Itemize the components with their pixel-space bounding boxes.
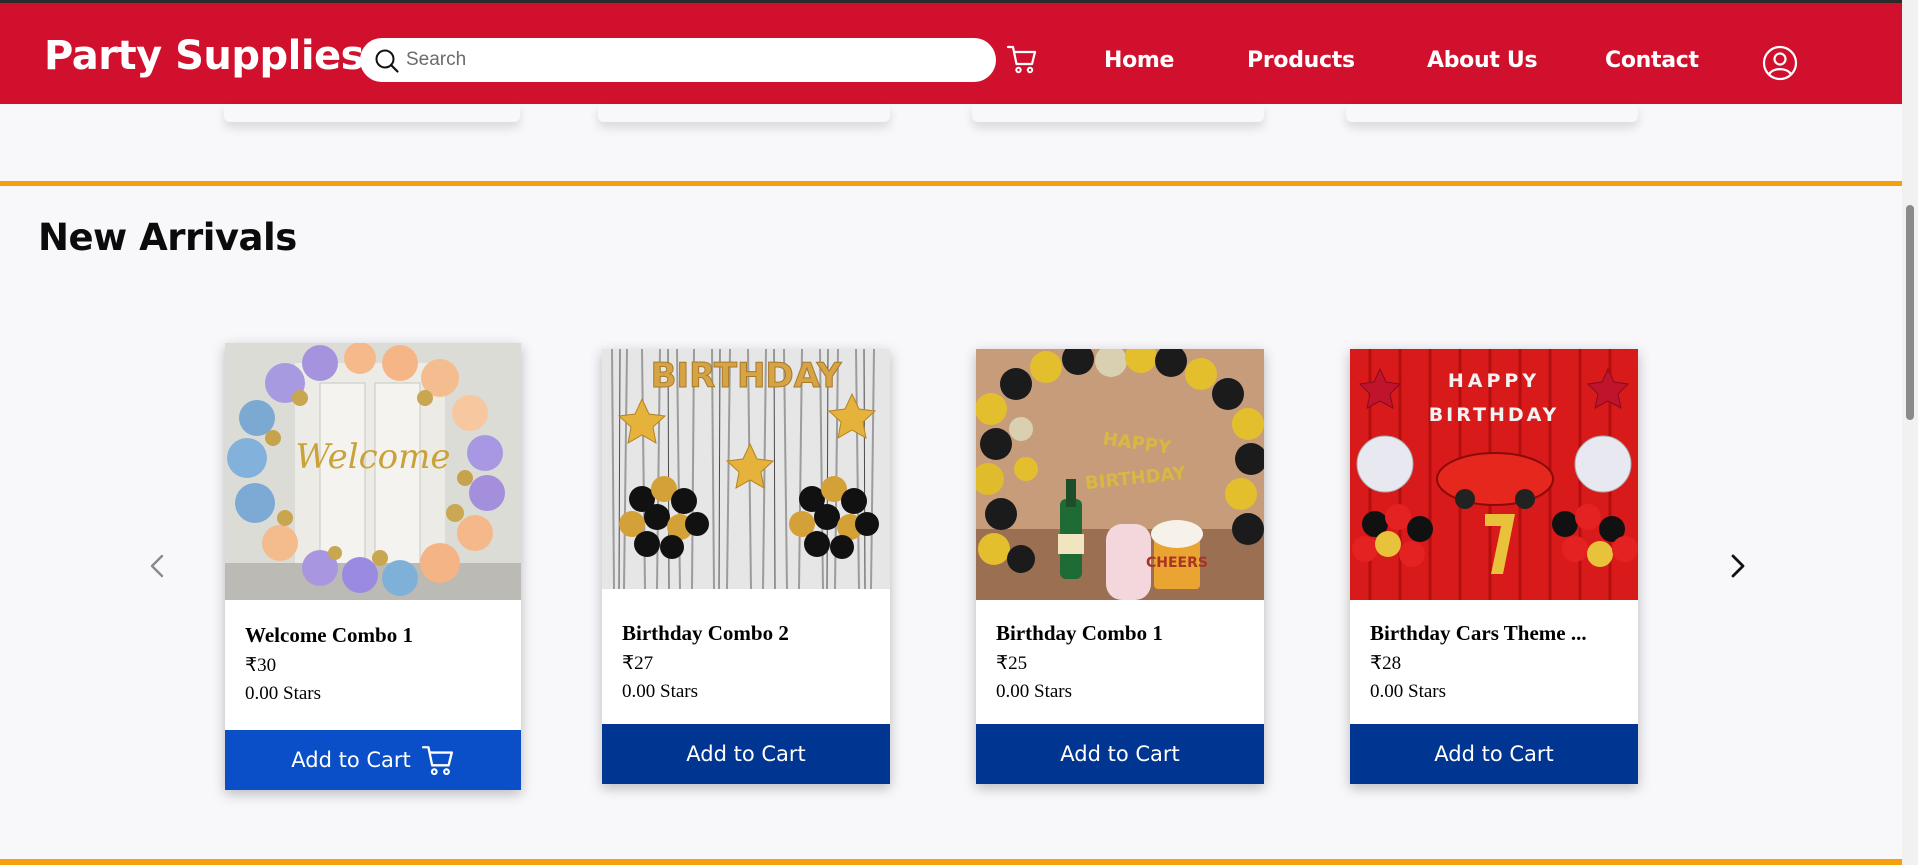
product-rating: 0.00 Stars [1370,681,1446,702]
previous-card-bottom [1346,104,1638,122]
product-price: ₹25 [996,653,1028,674]
birthday-silver-curtain-image: BIRTHDAY [602,349,890,600]
nav-products[interactable]: Products [1247,48,1355,73]
scrollbar-thumb[interactable] [1906,205,1914,420]
cart-icon[interactable] [1006,43,1038,75]
birthday-cars-theme-image: HAPPY BIRTHDAY [1350,349,1638,600]
cart-icon [421,746,453,776]
search-input[interactable] [406,38,976,82]
previous-card-bottom [224,104,520,122]
product-card[interactable]: HAPPY BIRTHDAY Birthday Cars Theme ... ₹… [1350,349,1638,784]
nav-home[interactable]: Home [1104,48,1174,73]
product-info: Birthday Combo 1 ₹25 0.00 Stars [996,621,1246,703]
product-card[interactable]: HAPPY BIRTHDAY CHEERS Birthday Combo 1 ₹… [976,349,1264,784]
product-rating: 0.00 Stars [996,681,1072,702]
product-rating: 0.00 Stars [622,681,698,702]
search-bar[interactable] [360,38,996,82]
add-to-cart-button[interactable]: Add to Cart [976,724,1264,784]
previous-card-bottom [598,104,890,122]
carousel-prev-arrow[interactable] [140,548,176,584]
product-name[interactable]: Birthday Combo 2 [622,621,872,646]
search-icon [375,49,399,73]
product-info: Welcome Combo 1 ₹30 0.00 Stars [245,623,501,705]
product-name[interactable]: Welcome Combo 1 [245,623,501,648]
add-to-cart-label: Add to Cart [291,748,411,772]
brand-logo[interactable]: Party Supplies [44,33,365,79]
page-scrollbar[interactable] [1902,0,1918,865]
section-divider-bottom [0,859,1902,865]
product-image[interactable]: HAPPY BIRTHDAY [1350,349,1638,600]
add-to-cart-label: Add to Cart [1060,742,1180,766]
section-title: New Arrivals [38,216,297,259]
welcome-balloon-arch-image: Welcome [225,343,521,600]
nav-contact[interactable]: Contact [1605,48,1699,73]
svg-text:HAPPY: HAPPY [1448,370,1540,392]
add-to-cart-label: Add to Cart [1434,742,1554,766]
product-image[interactable]: HAPPY BIRTHDAY CHEERS [976,349,1264,600]
svg-text:CHEERS: CHEERS [1146,555,1208,571]
section-divider-top [0,181,1902,186]
product-name[interactable]: Birthday Combo 1 [996,621,1246,646]
navbar: Party Supplies Home Products About Us Co… [0,3,1902,104]
product-price: ₹27 [622,653,654,674]
product-price: ₹28 [1370,653,1402,674]
add-to-cart-button[interactable]: Add to Cart [602,724,890,784]
svg-text:BIRTHDAY: BIRTHDAY [1429,404,1560,426]
nav-about-us[interactable]: About Us [1427,48,1538,73]
product-image[interactable]: Welcome [225,343,521,600]
product-card[interactable]: Welcome Welcome Combo 1 ₹30 0.00 Stars A… [225,343,521,790]
add-to-cart-button[interactable]: Add to Cart [225,730,521,790]
product-name[interactable]: Birthday Cars Theme ... [1370,621,1620,646]
add-to-cart-button[interactable]: Add to Cart [1350,724,1638,784]
product-card[interactable]: BIRTHDAY Birthday Combo 2 ₹27 0.00 Stars… [602,349,890,784]
product-rating: 0.00 Stars [245,683,321,704]
product-price: ₹30 [245,655,277,676]
product-image[interactable]: BIRTHDAY [602,349,890,600]
svg-text:BIRTHDAY: BIRTHDAY [651,356,842,396]
svg-text:Welcome: Welcome [295,437,450,477]
birthday-black-gold-arch-image: HAPPY BIRTHDAY CHEERS [976,349,1264,600]
product-info: Birthday Combo 2 ₹27 0.00 Stars [622,621,872,703]
add-to-cart-label: Add to Cart [686,742,806,766]
previous-card-bottom [972,104,1264,122]
carousel-next-arrow[interactable] [1720,548,1756,584]
product-info: Birthday Cars Theme ... ₹28 0.00 Stars [1370,621,1620,703]
user-account-icon[interactable] [1762,45,1798,81]
